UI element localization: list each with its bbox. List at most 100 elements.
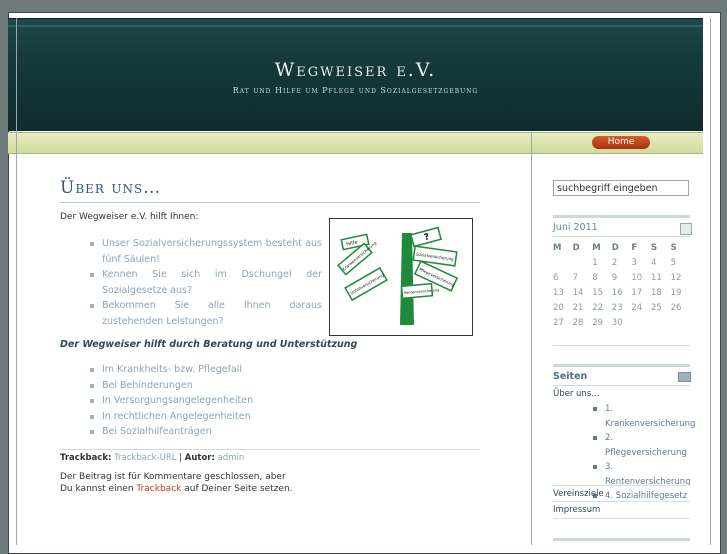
site-header: Wegweiser e.V. Rat und Hilfe um Pflege u… — [8, 18, 703, 131]
calendar-week: 13 14 15 16 17 18 19 — [553, 285, 690, 300]
calendar-day: 9 — [611, 272, 618, 283]
calendar-day: 14 — [572, 287, 584, 298]
calendar-day: 12 — [670, 272, 682, 283]
pages-sublist: 1. Krankenversicherung 2. Pflegeversiche… — [593, 402, 695, 504]
signpost-image: Hilfe Krankenversicherung Unfallversiche… — [329, 218, 473, 336]
calendar-day: 23 — [611, 302, 623, 313]
sidebar-item-impressum[interactable]: Impressum — [553, 505, 600, 515]
site-title[interactable]: Wegweiser e.V. — [8, 59, 703, 81]
nav-bar: Home — [8, 132, 703, 154]
pages-divider — [553, 485, 690, 486]
calendar-day: 18 — [650, 287, 662, 298]
calendar-day — [573, 255, 593, 270]
calendar-day: 24 — [631, 302, 643, 313]
list-item: Unser Sozialversicherungssystem besteht … — [90, 236, 322, 267]
calendar-week: 6 7 8 9 10 11 12 — [553, 270, 690, 285]
calendar-day: 16 — [611, 287, 623, 298]
calendar-day — [553, 255, 573, 270]
list-item: Kennen Sie sich im Dschungel der Sozialg… — [90, 267, 322, 298]
calendar-day: 26 — [670, 302, 682, 313]
calendar-day: 4 — [650, 257, 657, 268]
list-item: In rechtlichen Angelegenheiten — [90, 409, 330, 425]
calendar-day: 2 — [611, 257, 618, 268]
post-title[interactable]: Über uns… — [60, 178, 161, 198]
calendar-day: 20 — [553, 302, 564, 313]
author-label: Autor: — [184, 453, 215, 463]
calendar-day: 6 — [553, 272, 559, 283]
title-divider — [60, 202, 480, 203]
calendar-table: M D M D F S S 1 2 3 4 5 6 7 8 9 10 11 12… — [553, 240, 690, 330]
signpost-illustration: Hilfe Krankenversicherung Unfallversiche… — [330, 219, 472, 335]
closed-text-2: auf Deiner Seite setzen. — [184, 484, 293, 494]
author-link[interactable]: admin — [218, 453, 245, 463]
sidebar-subitem[interactable]: 2. Pflegeversicherung — [593, 431, 693, 460]
search-input[interactable]: suchbegriff eingeben — [553, 180, 689, 196]
calendar-week: 20 21 22 23 24 25 26 — [553, 300, 690, 315]
calendar-day: 22 — [592, 302, 604, 313]
column-divider — [531, 132, 532, 545]
sidebar-item-vereinsziele[interactable]: Vereinsziele — [553, 489, 604, 499]
post-subheading: Der Wegweiser hilft durch Beratung und U… — [60, 339, 358, 350]
calendar-day — [651, 315, 671, 330]
calendar-day — [671, 315, 691, 330]
pages-head-rule — [553, 385, 690, 386]
list-item: Bei Sozialhilfeanträgen — [90, 424, 330, 440]
calendar-icon — [680, 223, 692, 235]
intro-list: Unser Sozialversicherungssystem besteht … — [90, 236, 322, 329]
calendar-day: 21 — [572, 302, 584, 313]
pages-heading: Seiten — [553, 371, 588, 382]
calendar-weekdays: M D M D F S S — [553, 240, 690, 255]
trackback-link[interactable]: Trackback — [136, 484, 181, 494]
calendar-day: 27 — [553, 317, 564, 328]
calendar-top-rule — [553, 215, 690, 218]
calendar-day: 8 — [592, 272, 598, 283]
pages-divider — [553, 518, 690, 519]
weekday: D — [572, 242, 580, 253]
calendar-day: 15 — [592, 287, 604, 298]
support-list: Im Krankheits- bzw. Pflegefall Bei Behin… — [90, 362, 330, 440]
list-item: Bei Behinderungen — [90, 378, 330, 394]
calendar-day: 10 — [631, 272, 643, 283]
calendar-day — [631, 315, 651, 330]
calendar-day: 30 — [611, 317, 623, 328]
sidebar-item-ueber-uns[interactable]: Über uns… — [553, 389, 600, 399]
meta-divider — [60, 449, 480, 450]
list-item: Bekommen Sie alle Ihnen daraus zustehend… — [90, 298, 322, 329]
content-left-border — [16, 18, 17, 545]
home-button[interactable]: Home — [592, 136, 650, 149]
pages-icon — [678, 372, 691, 382]
site-tagline: Rat und Hilfe um Pflege und Sozialgesetz… — [232, 86, 479, 95]
comments-closed-notice: Der Beitrag ist für Kommentare geschloss… — [60, 471, 300, 495]
weekday: M — [592, 242, 601, 253]
sidebar-subitem[interactable]: 1. Krankenversicherung — [593, 402, 695, 431]
weekday: F — [631, 242, 638, 253]
weekday: S — [650, 242, 658, 253]
calendar-day: 28 — [572, 317, 584, 328]
calendar-day: 1 — [592, 257, 598, 268]
trackback-url-link[interactable]: Trackback-URL — [114, 453, 176, 463]
calendar-day: 13 — [553, 287, 564, 298]
calendar-day: 19 — [670, 287, 682, 298]
weekday: S — [670, 242, 677, 253]
calendar-day: 11 — [650, 272, 662, 283]
calendar-day: 17 — [631, 287, 643, 298]
calendar-week: 1 2 3 4 5 — [553, 255, 690, 270]
list-item: In Versorgungsangelegenheiten — [90, 393, 330, 409]
sidebar-bottom-rule — [553, 538, 690, 541]
calendar-bottom-rule — [553, 345, 690, 346]
list-item: Im Krankheits- bzw. Pflegefall — [90, 362, 330, 378]
calendar-day: 7 — [572, 272, 579, 283]
post-meta: Trackback: Trackback-URL | Autor: admin — [60, 453, 244, 463]
calendar-head-rule — [553, 236, 690, 237]
weekday: D — [611, 242, 619, 253]
calendar-day: 3 — [631, 257, 637, 268]
calendar-caption: Juni 2011 — [553, 222, 598, 233]
pages-top-rule — [553, 364, 690, 367]
trackback-label: Trackback: — [60, 453, 112, 463]
content-right-border — [710, 18, 711, 545]
calendar-week: 27 28 29 30 — [553, 315, 690, 330]
calendar-day: 25 — [650, 302, 662, 313]
calendar-day: 5 — [670, 257, 676, 268]
post-intro: Der Wegweiser e.V. hilft Ihnen: — [60, 212, 199, 222]
weekday: M — [553, 242, 562, 253]
